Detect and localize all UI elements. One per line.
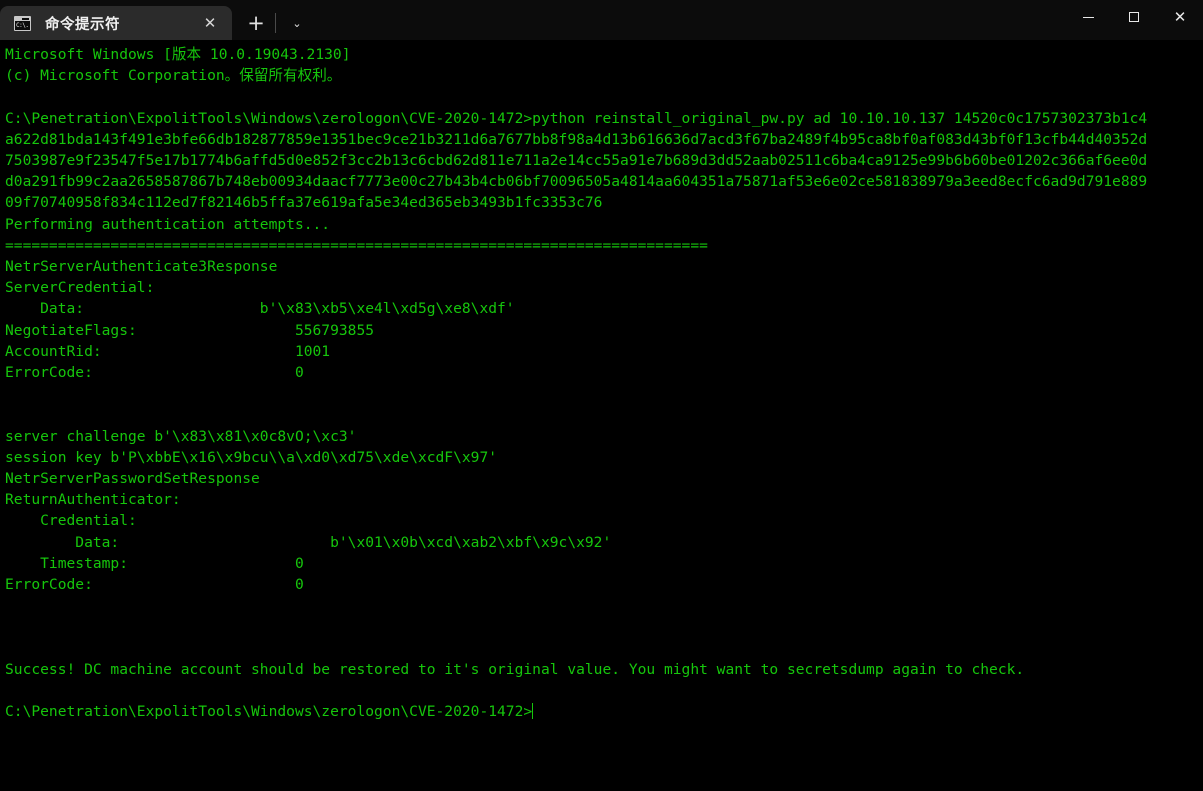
terminal-prompt-line: C:\Penetration\ExpolitTools\Windows\zero… [5, 703, 533, 721]
console-icon-text: C:\. [16, 21, 29, 29]
new-tab-button[interactable]: + [239, 6, 273, 40]
terminal-viewport[interactable]: Microsoft Windows [版本 10.0.19043.2130] (… [0, 40, 1203, 791]
console-icon: C:\. [14, 15, 31, 31]
minimize-button[interactable] [1065, 0, 1111, 34]
terminal-output: Microsoft Windows [版本 10.0.19043.2130] (… [5, 44, 1203, 723]
toolbar-divider [275, 13, 276, 33]
chevron-down-icon[interactable]: ⌄ [280, 6, 314, 40]
window-controls: ✕ [1065, 0, 1203, 34]
maximize-button[interactable] [1111, 0, 1157, 34]
close-tab-icon[interactable]: ✕ [196, 10, 224, 36]
tab-command-prompt[interactable]: C:\. 命令提示符 ✕ [0, 6, 232, 40]
text-cursor [532, 703, 534, 720]
close-window-button[interactable]: ✕ [1157, 0, 1203, 34]
tab-title: 命令提示符 [45, 16, 120, 33]
title-bar: C:\. 命令提示符 ✕ + ⌄ ✕ [0, 0, 1203, 40]
terminal-lines: Microsoft Windows [版本 10.0.19043.2130] (… [5, 46, 1148, 678]
tab-strip: C:\. 命令提示符 ✕ + ⌄ [0, 0, 314, 40]
